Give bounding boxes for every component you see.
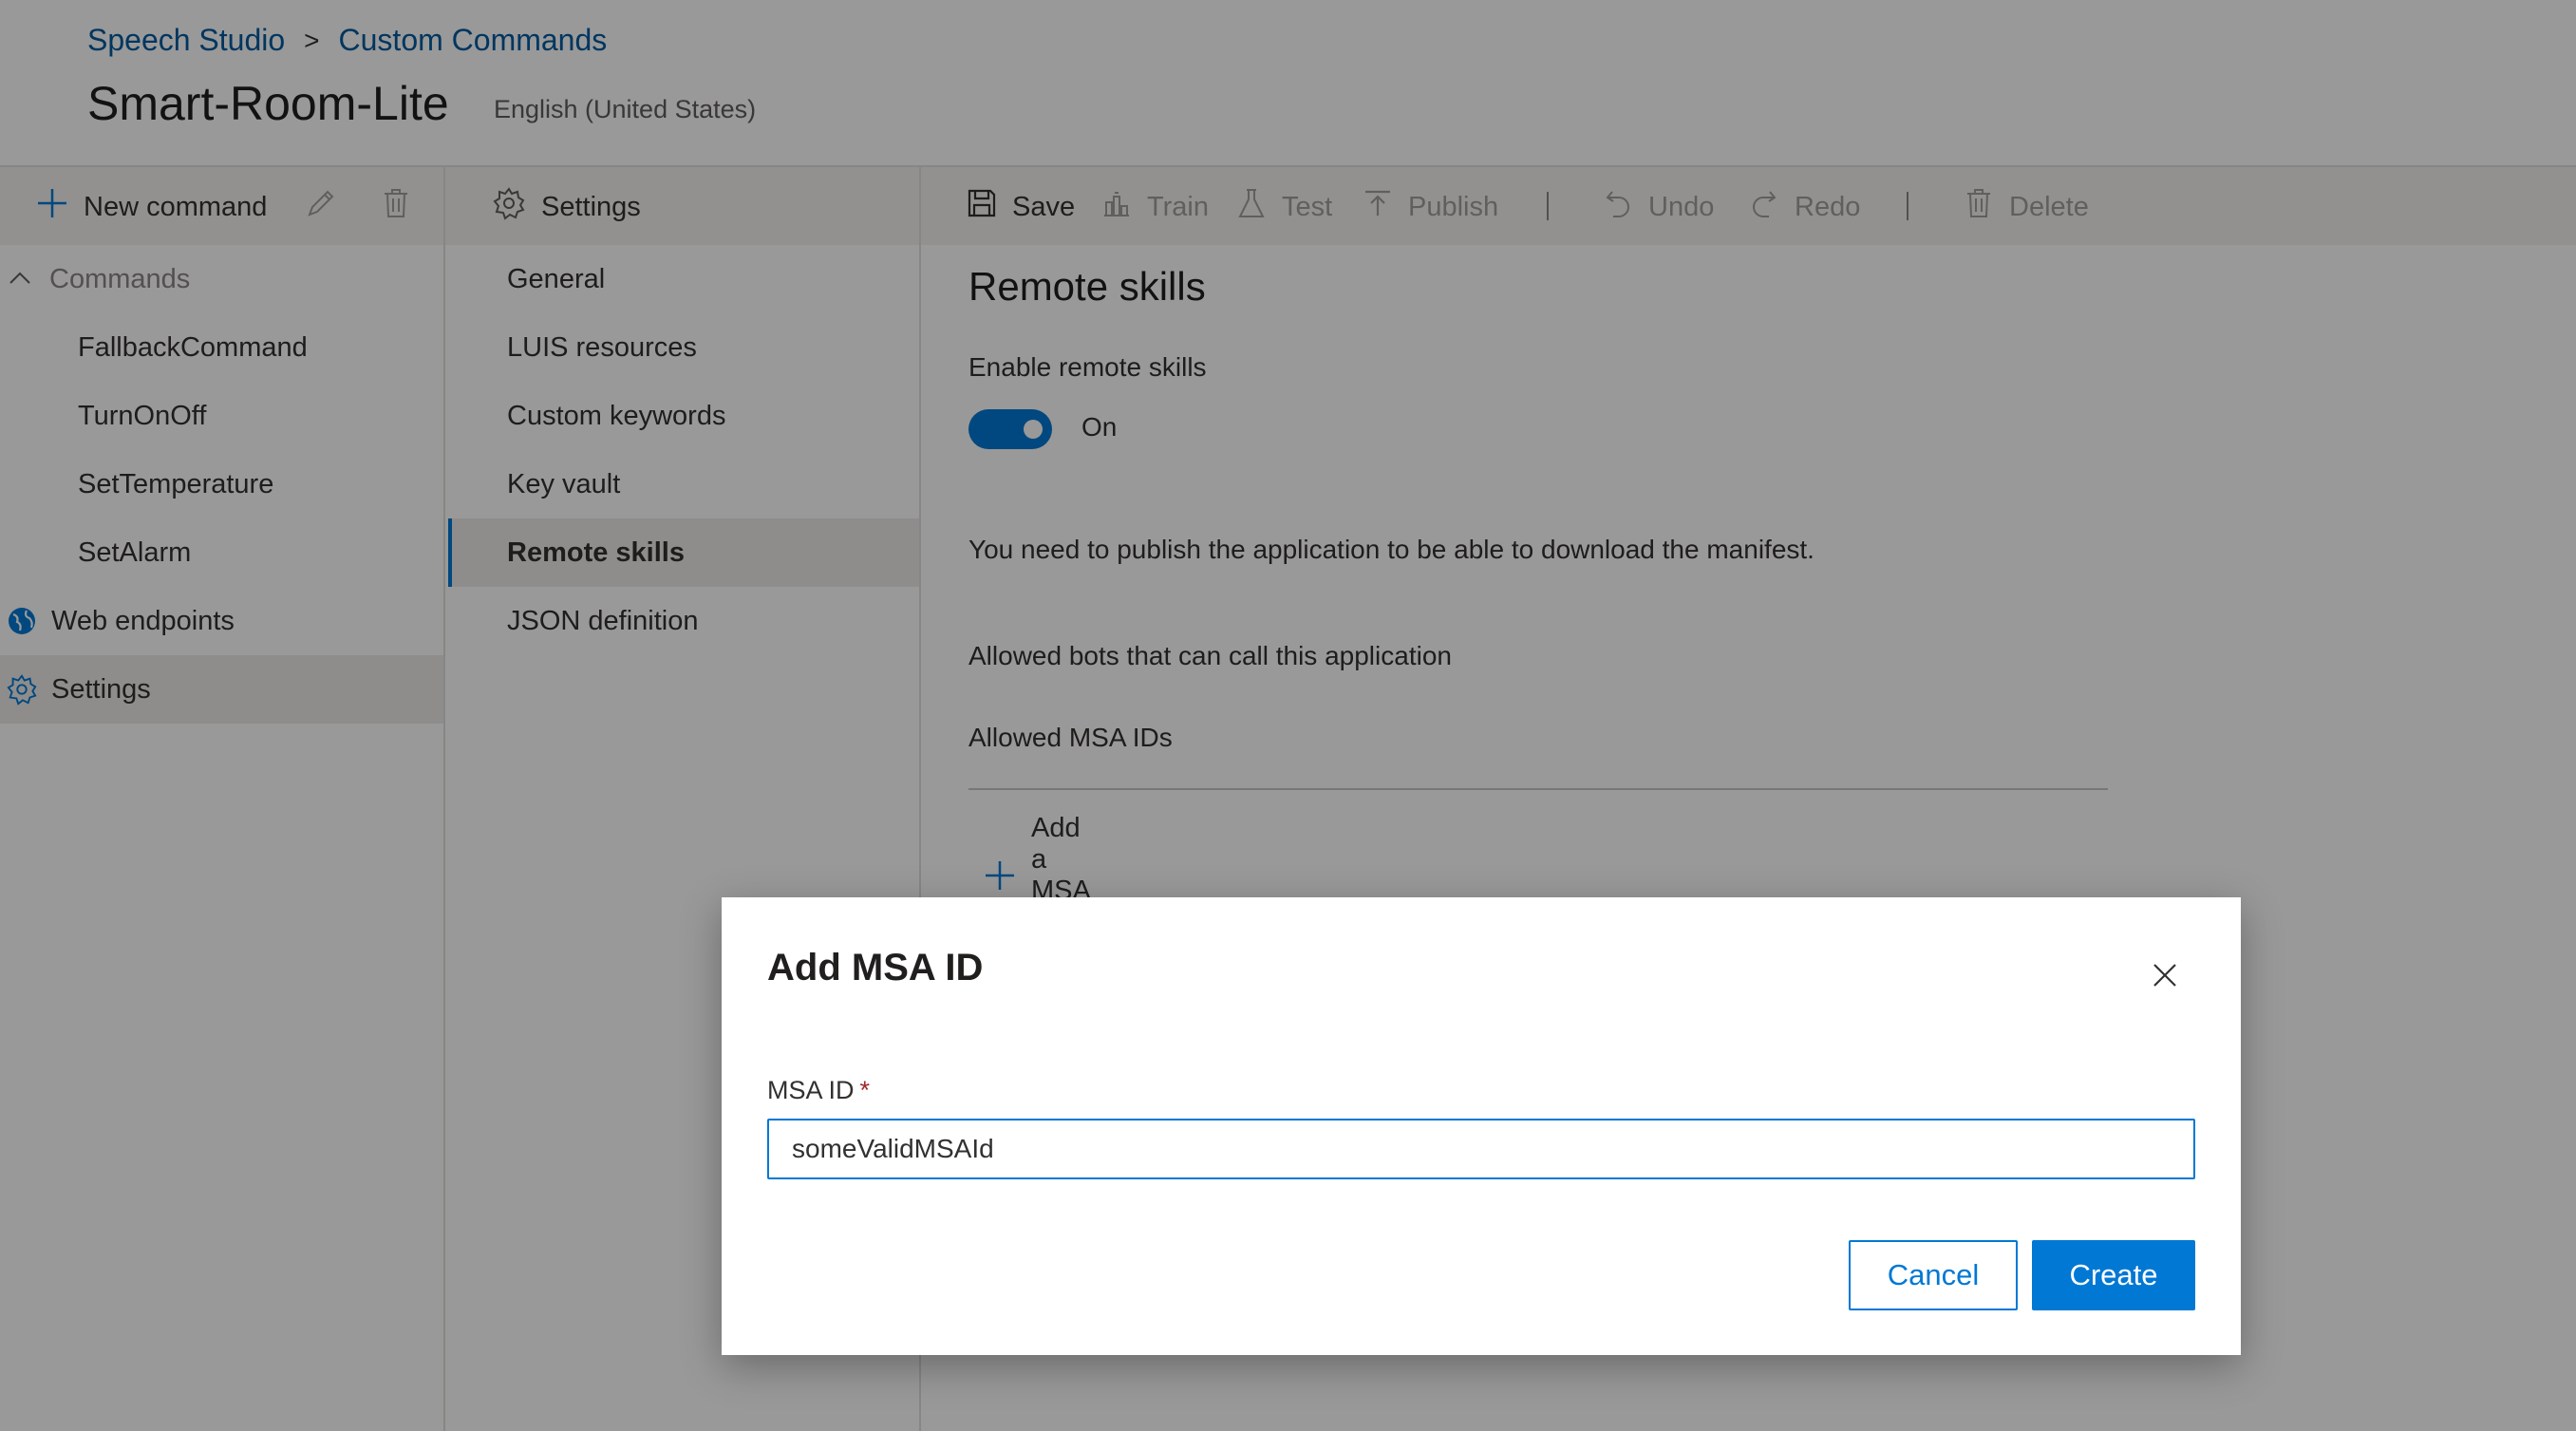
cancel-button[interactable]: Cancel xyxy=(1849,1240,2018,1310)
msa-id-label-text: MSA ID xyxy=(767,1076,855,1104)
msa-id-label: MSA ID * xyxy=(767,1076,870,1105)
close-icon xyxy=(2152,962,2178,989)
dialog-title: Add MSA ID xyxy=(767,947,984,989)
create-button[interactable]: Create xyxy=(2032,1240,2195,1310)
required-mark: * xyxy=(859,1076,871,1104)
add-msa-id-dialog: Add MSA ID MSA ID* Cancel Create xyxy=(722,897,2241,1355)
close-button[interactable] xyxy=(2146,956,2184,994)
msa-id-input[interactable] xyxy=(767,1119,2195,1179)
